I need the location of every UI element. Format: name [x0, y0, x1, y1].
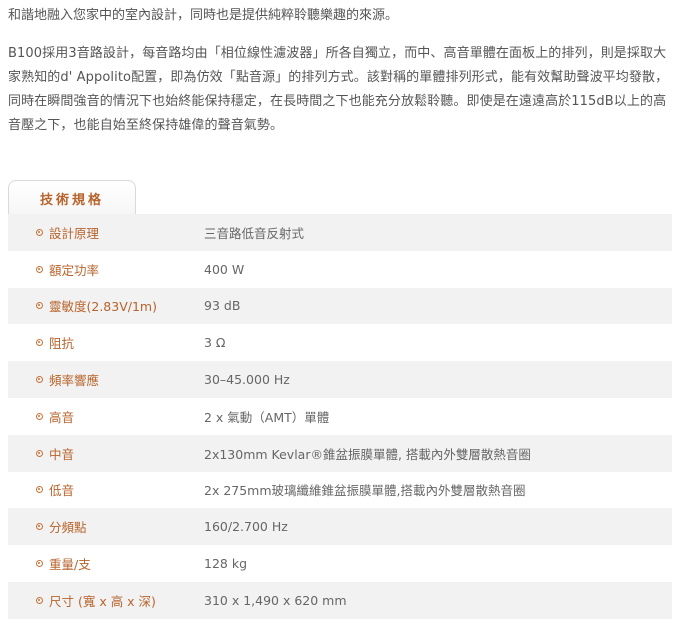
spec-value: 2 x 氣動（AMT）單體: [204, 409, 330, 425]
bullet-icon: [36, 228, 43, 236]
spec-label: 高音: [49, 409, 75, 425]
bullet-icon: [36, 265, 43, 273]
spec-row: 高音 2 x 氣動（AMT）單體: [8, 398, 672, 435]
bullet-icon: [36, 596, 43, 604]
intro-line: 和諧地融入您家中的室內設計，同時也是提供純粹聆聽樂趣的來源。: [8, 8, 399, 23]
bullet-icon: [36, 486, 43, 494]
spec-label: 低音: [49, 483, 75, 499]
spec-value: 3 Ω: [204, 335, 226, 351]
spec-row: 設計原理 三音路低音反射式: [8, 214, 672, 251]
spec-row: 額定功率 400 W: [8, 251, 672, 288]
spec-value: 310 x 1,490 x 620 mm: [204, 592, 347, 608]
bullet-icon: [36, 449, 43, 457]
spec-value: 400 W: [204, 261, 245, 277]
spec-label: 尺寸 (寬 x 高 x 深): [49, 593, 156, 609]
spec-value: 93 dB: [204, 298, 241, 314]
spec-row: 靈敏度(2.83V/1m) 93 dB: [8, 287, 672, 325]
bullet-icon: [36, 412, 43, 420]
bullet-icon: [36, 339, 43, 347]
spec-label: 頻率響應: [49, 373, 100, 389]
spec-label: 額定功率: [49, 262, 100, 278]
spec-value: 三音路低音反射式: [204, 225, 305, 241]
spec-value: 30–45.000 Hz: [204, 372, 290, 388]
spec-label: 分頻點: [49, 520, 87, 536]
spec-value: 160/2.700 Hz: [204, 519, 288, 535]
spec-label: 中音: [49, 446, 75, 462]
bullet-icon: [36, 523, 43, 531]
spec-row: 阻抗 3 Ω: [8, 324, 672, 361]
spec-row: 頻率響應 30–45.000 Hz: [8, 361, 672, 398]
spec-row: 重量/支 128 kg: [8, 545, 672, 582]
spec-row: 中音 2x130mm Kevlar®錐盆振膜單體, 搭載內外雙層散熱音圈: [8, 434, 672, 472]
spec-row: 低音 2x 275mm玻璃纖維錐盆振膜單體,搭載內外雙層散熱音圈: [8, 472, 672, 509]
spec-tab-label: 技術規格: [39, 193, 104, 208]
spec-label: 設計原理: [49, 225, 100, 241]
spec-value: 128 kg: [204, 556, 248, 572]
intro-paragraph: B100採用3音路設計，每音路均由「相位線性濾波器」所各自獨立，而中、高音單體在…: [8, 46, 669, 133]
spec-label: 阻抗: [49, 336, 75, 352]
bullet-icon: [36, 560, 43, 568]
spec-label: 靈敏度(2.83V/1m): [49, 299, 157, 315]
spec-value: 2x130mm Kevlar®錐盆振膜單體, 搭載內外雙層散熱音圈: [204, 446, 531, 462]
spec-label: 重量/支: [49, 557, 91, 573]
spec-row: 分頻點 160/2.700 Hz: [8, 508, 672, 546]
spec-table: 設計原理 三音路低音反射式 額定功率 400 W 靈敏度(2.83V/1m) 9…: [8, 214, 672, 624]
bullet-icon: [36, 376, 43, 384]
bullet-icon: [36, 302, 43, 310]
spec-row: 尺寸 (寬 x 高 x 深) 310 x 1,490 x 620 mm: [8, 581, 672, 619]
spec-tab[interactable]: 技術規格: [8, 180, 136, 214]
spec-value: 2x 275mm玻璃纖維錐盆振膜單體,搭載內外雙層散熱音圈: [204, 483, 526, 499]
